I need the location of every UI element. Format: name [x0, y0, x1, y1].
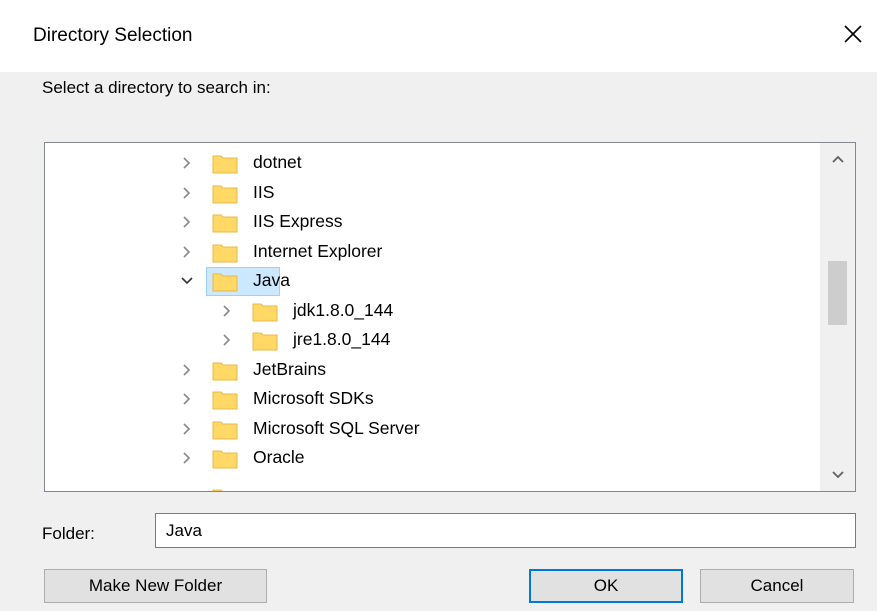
tree-item-label: JetBrains — [253, 358, 326, 379]
folder-icon — [212, 273, 238, 292]
chevron-right-icon[interactable] — [177, 183, 197, 203]
tree-item-label: IIS — [253, 181, 275, 202]
make-new-folder-button[interactable]: Make New Folder — [44, 569, 267, 603]
folder-icon — [212, 244, 238, 262]
chevron-right-icon[interactable] — [217, 301, 237, 321]
title-bar: Directory Selection — [0, 0, 877, 72]
close-button[interactable] — [833, 14, 873, 54]
chevron-up-icon — [831, 155, 844, 163]
close-icon — [844, 25, 862, 43]
folder-icon — [212, 489, 223, 491]
tree-item-label: Microsoft SQL Server — [253, 417, 420, 438]
tree-item-label: jre1.8.0_144 — [293, 329, 391, 349]
tree-item-label: Oracle — [253, 447, 305, 467]
directory-selection-dialog: Directory Selection Select a directory t… — [0, 0, 877, 611]
scroll-down-button[interactable] — [820, 459, 855, 491]
folder-icon — [212, 185, 238, 203]
instruction-text: Select a directory to search in: — [42, 78, 271, 97]
tree-item[interactable]: IIS — [45, 179, 815, 208]
tree-item[interactable]: jre1.8.0_144 — [45, 326, 815, 355]
chevron-right-icon[interactable] — [177, 212, 197, 232]
chevron-right-icon[interactable] — [177, 389, 197, 409]
tree-row-partial — [45, 483, 815, 491]
tree-item-label: Microsoft SDKs — [253, 388, 374, 408]
tree-item[interactable]: JetBrains — [45, 356, 815, 385]
chevron-right-icon[interactable] — [177, 242, 197, 262]
folder-icon — [212, 214, 238, 233]
folder-input[interactable] — [155, 513, 856, 548]
tree-item[interactable]: dotnet — [45, 149, 815, 178]
chevron-right-icon[interactable] — [177, 419, 197, 439]
chevron-right-icon[interactable] — [177, 448, 197, 468]
folder-icon — [212, 450, 238, 469]
dialog-title: Directory Selection — [33, 25, 193, 46]
tree-item[interactable]: Java — [45, 267, 815, 296]
chevron-right-icon[interactable] — [177, 360, 197, 380]
chevron-down-icon — [831, 471, 844, 479]
chevron-right-icon[interactable] — [217, 330, 237, 350]
scroll-thumb[interactable] — [828, 261, 847, 325]
tree-item-label: dotnet — [253, 152, 302, 172]
chevron-right-icon[interactable] — [177, 153, 197, 173]
folder-tree[interactable]: dotnet IIS IIS Express Internet Explorer Jav… — [44, 142, 856, 492]
tree-item[interactable]: IIS Express — [45, 208, 815, 237]
tree-item[interactable]: Microsoft SDKs — [45, 385, 815, 414]
chevron-down-icon[interactable] — [177, 271, 197, 291]
folder-icon — [212, 362, 238, 380]
ok-button[interactable]: OK — [529, 569, 683, 603]
tree-item[interactable]: Oracle — [45, 444, 815, 473]
tree-item-label: IIS Express — [253, 211, 343, 231]
vertical-scrollbar[interactable] — [820, 143, 855, 491]
tree-item-label: Internet Explorer — [253, 240, 383, 261]
cancel-button[interactable]: Cancel — [700, 569, 854, 603]
tree-item[interactable]: jdk1.8.0_144 — [45, 297, 815, 326]
scroll-up-button[interactable] — [820, 143, 855, 175]
tree-item-label: Java — [253, 270, 290, 290]
folder-icon — [212, 421, 238, 439]
tree-item-label: jdk1.8.0_144 — [293, 299, 394, 320]
folder-icon — [212, 155, 238, 174]
folder-icon — [252, 303, 278, 321]
folder-field-label: Folder: — [42, 524, 95, 543]
tree-item[interactable]: Internet Explorer — [45, 238, 815, 267]
folder-icon — [212, 391, 238, 410]
tree-item[interactable]: Microsoft SQL Server — [45, 415, 815, 444]
folder-icon — [252, 332, 278, 351]
